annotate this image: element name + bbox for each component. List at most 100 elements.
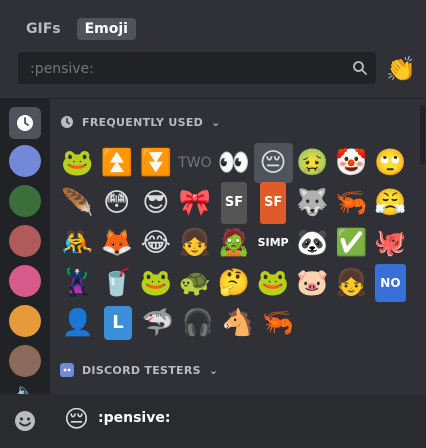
emoji: NO	[375, 264, 406, 302]
emoji: 🐷	[296, 268, 329, 298]
emoji-cell[interactable]: 🐷	[293, 263, 332, 303]
emoji: 🐸	[256, 268, 290, 298]
emoji-cell[interactable]: 😂	[136, 223, 175, 263]
sidebar-item-server-5[interactable]	[9, 305, 41, 337]
emoji: 😤	[374, 188, 407, 218]
emoji-cell[interactable]: 🐸	[58, 143, 97, 183]
emoji-cell[interactable]: 👧	[175, 223, 214, 263]
emoji: 🦈	[141, 308, 175, 338]
chevron-down-icon: ⌄	[208, 363, 219, 377]
category-label: DISCORD TESTERS	[82, 363, 201, 377]
emoji-cell[interactable]: 🙄	[371, 143, 410, 183]
emoji-cell[interactable]: 🐸	[136, 263, 175, 303]
emoji-cell[interactable]: ⏬	[136, 143, 175, 183]
emoji-cell[interactable]: 😳	[97, 183, 136, 223]
sidebar-item-server-3[interactable]	[9, 225, 41, 257]
emoji-cell[interactable]: 🎧	[178, 303, 218, 343]
emoji: 🐼	[296, 228, 329, 258]
emoji-cell[interactable]: ✅	[332, 223, 371, 263]
emoji: 🥤	[100, 268, 133, 298]
emoji: 🦐	[261, 308, 295, 338]
emoji: SF	[259, 182, 287, 224]
category-label: FREQUENTLY USED	[82, 115, 204, 129]
emoji-cell[interactable]: 🥤	[97, 263, 136, 303]
search-bar	[18, 52, 376, 86]
emoji-cell[interactable]: SF	[214, 182, 253, 224]
sidebar-item-server-2[interactable]	[9, 185, 41, 217]
emoji-cell[interactable]: 🤢	[293, 143, 332, 183]
emoji-cell[interactable]: NO	[371, 263, 410, 303]
emoji: 🎧	[181, 308, 215, 338]
sidebar-item-server-4[interactable]	[9, 265, 41, 297]
emoji-cell[interactable]: 🤡	[332, 143, 371, 183]
random-emoji-button[interactable]: 👏	[386, 55, 416, 83]
emoji-cell[interactable]: 🤔	[214, 263, 253, 303]
sidebar-item-server-1[interactable]	[9, 145, 41, 177]
emoji-cell[interactable]: 🤼	[58, 223, 97, 263]
emoji-cell[interactable]: 🦊	[97, 223, 136, 263]
emoji: SIMP	[257, 236, 289, 249]
emoji-cell[interactable]: 🦹	[58, 263, 97, 303]
emoji: 🐸	[139, 268, 172, 298]
emoji-row: 🦹 🥤 🐸 🐢 🤔 🐸 🐷 👧 NO	[58, 263, 410, 303]
emoji-row: 🐸 ⏫ ⏬ TWO 👀 😔 🤢 🤡 🙄	[58, 143, 410, 183]
emoji: 🤔	[217, 268, 251, 298]
emoji: TWO	[178, 155, 212, 171]
emoji-cell[interactable]: SF	[254, 182, 293, 224]
emoji: 🦊	[100, 228, 133, 258]
emoji-cell[interactable]: SIMP	[254, 223, 293, 263]
emoji: 🤡	[335, 148, 368, 178]
category-header-discord-testers[interactable]: DISCORD TESTERS ⌄	[60, 363, 218, 377]
emoji-cell[interactable]: 🪶	[58, 183, 97, 223]
emoji-scroll-area[interactable]: FREQUENTLY USED ⌄ 🐸 ⏫ ⏬ TWO 👀 😔 🤢 🤡 🙄 🪶 …	[50, 99, 426, 394]
emoji-cell[interactable]: 🧟	[214, 223, 253, 263]
emoji-cell[interactable]: L	[98, 303, 138, 343]
sidebar-item-server-6[interactable]	[9, 345, 41, 377]
emoji-cell[interactable]: 🎀	[175, 183, 214, 223]
emoji-cell-hovered[interactable]: 😔	[253, 143, 293, 183]
emoji-cell[interactable]: 👤	[58, 303, 98, 343]
emoji-cell[interactable]: 🦐	[332, 183, 371, 223]
category-sidebar: 🔈	[0, 99, 50, 399]
category-header-frequently-used[interactable]: FREQUENTLY USED ⌄	[60, 115, 221, 129]
emoji-cell[interactable]: 🐺	[293, 183, 332, 223]
emoji-cell[interactable]: ⏫	[97, 143, 136, 183]
clock-icon	[17, 115, 33, 131]
emoji-cell[interactable]: 👧	[332, 263, 371, 303]
emoji: 🧟	[217, 228, 251, 258]
emoji-cell[interactable]: 🐢	[175, 263, 214, 303]
emoji-row: 🤼 🦊 😂 👧 🧟 SIMP 🐼 ✅ 🐙	[58, 223, 410, 263]
emoji-cell[interactable]: 🦐	[258, 303, 298, 343]
emoji: 🦹	[61, 268, 94, 298]
emoji: 👤	[61, 308, 95, 338]
sidebar-item-recent[interactable]	[9, 107, 41, 139]
emoji: L	[104, 306, 132, 340]
emoji-row: 👤 L 🦈 🎧 🐴 🦐	[58, 303, 410, 343]
scrollbar-thumb[interactable]	[420, 105, 425, 165]
smiley-icon[interactable]	[14, 410, 36, 432]
emoji-grid: 🐸 ⏫ ⏬ TWO 👀 😔 🤢 🤡 🙄 🪶 😳 😎 🎀 SF SF 🐺 🦐 😤 …	[58, 143, 410, 343]
preview-emoji: 😔	[64, 405, 90, 433]
emoji: 🐴	[221, 308, 255, 338]
emoji: 🐺	[296, 188, 329, 218]
emoji-cell[interactable]: 😎	[136, 183, 175, 223]
emoji-cell[interactable]: 😤	[371, 183, 410, 223]
emoji-cell[interactable]: 🐙	[371, 223, 410, 263]
search-input[interactable]	[28, 52, 352, 86]
emoji-cell[interactable]: TWO	[175, 143, 214, 183]
emoji-cell[interactable]: 🦈	[138, 303, 178, 343]
emoji: SF	[220, 182, 248, 224]
emoji-cell[interactable]: 🐸	[254, 263, 293, 303]
search-icon	[353, 61, 367, 75]
tab-emoji[interactable]: Emoji	[76, 18, 136, 40]
emoji: 🎀	[178, 188, 212, 218]
emoji: 🐢	[178, 268, 212, 298]
emoji-row: 🪶 😳 😎 🎀 SF SF 🐺 🦐 😤	[58, 182, 410, 224]
emoji-cell[interactable]: 👀	[214, 143, 253, 183]
emoji-cell[interactable]: 🐼	[293, 223, 332, 263]
emoji: 🤢	[296, 148, 329, 178]
scrollbar-track[interactable]	[420, 99, 426, 394]
emoji-cell[interactable]: 🐴	[218, 303, 258, 343]
tab-gifs[interactable]: GIFs	[18, 18, 69, 40]
chevron-down-icon: ⌄	[211, 115, 221, 129]
